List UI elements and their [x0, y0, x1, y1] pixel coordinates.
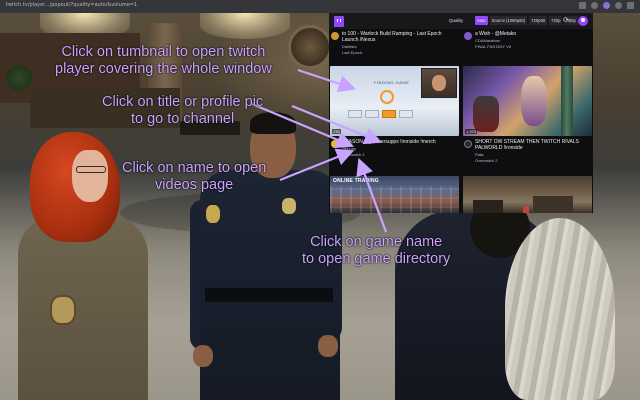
overlay-topbar: Quality Auto Source (1080p60) 720p60 720… — [329, 13, 593, 29]
refresh-icon[interactable]: ⟳ — [563, 17, 569, 25]
officer-man-body — [200, 170, 340, 400]
stream-title[interactable]: Launch /Nexus — [342, 37, 458, 43]
channel-avatar[interactable] — [464, 140, 472, 148]
user-icon[interactable] — [578, 16, 588, 26]
puzzle-icon[interactable] — [579, 2, 586, 9]
character — [523, 206, 529, 213]
browser-toolbar: twitch.tv/player.../popout/?quality=auto… — [0, 0, 640, 13]
thumbnail-text: ONLINE TRADING — [333, 178, 379, 184]
thumbnail-shape — [399, 110, 413, 118]
stream-title[interactable]: a Wish - @Metako — [475, 31, 591, 37]
channel-name[interactable]: Flats — [475, 152, 484, 157]
thumbnail-text: FINDING GAME — [374, 80, 410, 85]
stream-meta: to 100 - Warlock Build Ramping - Last Ep… — [330, 31, 459, 67]
pillar — [561, 66, 573, 136]
twitch-logo-icon[interactable] — [334, 16, 344, 27]
address-bar[interactable]: twitch.tv/player.../popout/?quality=auto… — [6, 2, 137, 8]
stream-card: ONLINE TRADING — [330, 176, 459, 213]
officer-hand — [318, 335, 338, 357]
annotation-line: to open game directory — [302, 251, 451, 267]
annotation-line: Click on name to open — [122, 160, 267, 176]
annotation-line: Click on title or profile pic — [102, 94, 264, 110]
structure — [533, 196, 573, 213]
stream-meta: SHORT OW STREAM THEN TWITCH RIVALS PALWO… — [463, 139, 592, 169]
annotation-thumbnail: Click on tumbnail to open twitch player … — [55, 44, 272, 78]
quality-option[interactable]: 720p60 — [529, 16, 548, 25]
quality-label: Quality — [449, 18, 464, 23]
stream-meta: SEASON 9 grinmersupps !ironside !merch G… — [330, 139, 459, 169]
stream-thumbnail[interactable] — [463, 176, 592, 213]
channel-name[interactable]: DaMisto — [342, 44, 357, 49]
annotation-line: player covering the whole window — [55, 61, 272, 77]
menu-icon[interactable] — [627, 2, 634, 9]
plant — [6, 65, 32, 91]
character — [521, 76, 547, 126]
quality-option[interactable]: 720p — [549, 16, 563, 25]
sheriff-patch — [50, 295, 76, 325]
annotation-line: to go to channel — [130, 111, 235, 127]
officer-woman-face — [72, 150, 108, 202]
blonde-braid — [505, 218, 615, 400]
ceiling-light — [200, 13, 290, 39]
annotation-line: Click on game name — [310, 234, 443, 250]
officer-hand — [193, 345, 213, 367]
stream-card — [463, 176, 592, 213]
map-grid — [330, 186, 459, 213]
channel-name[interactable]: CDAMarathon — [475, 38, 500, 43]
stream-card: FINDING GAME 235 SEASON 9 grinmersupps !… — [330, 66, 459, 176]
police-seal — [288, 25, 332, 69]
annotation-line: videos page — [155, 177, 234, 193]
channel-name[interactable]: Grinupp — [342, 146, 356, 151]
annotation-name: Click on name to open videos page — [122, 160, 266, 194]
thumbnail-menu — [348, 110, 413, 118]
channel-avatar[interactable] — [331, 140, 339, 148]
webcam — [421, 68, 457, 98]
annotation-line: Click on tumbnail to open twitch — [61, 44, 266, 60]
loading-ring-icon — [380, 90, 394, 104]
game-name[interactable]: FINAL FANTASY VII — [475, 44, 511, 49]
stream-card: 1,373 SHORT OW STREAM THEN TWITCH RIVALS… — [463, 66, 592, 176]
profile-icon[interactable] — [615, 2, 622, 9]
stream-title[interactable]: SEASON 9 grinmersupps !ironside !merch — [342, 139, 458, 145]
officer-woman-body — [18, 215, 148, 400]
game-name[interactable]: Overwatch 2 — [342, 152, 364, 157]
thumbnail-shape — [365, 110, 379, 118]
stream-title[interactable]: PALWORLD !ironside — [475, 145, 591, 151]
glasses — [76, 166, 106, 173]
channel-avatar[interactable] — [331, 32, 339, 40]
thumbnail-shape — [382, 110, 396, 118]
character — [473, 96, 499, 132]
stream-thumbnail[interactable]: 1,373 — [463, 66, 592, 136]
badge — [282, 198, 296, 214]
stream-thumbnail[interactable]: ONLINE TRADING — [330, 176, 459, 213]
duty-belt — [205, 288, 333, 302]
game-name[interactable]: Overwatch 2 — [475, 158, 497, 163]
browser-icons — [579, 2, 634, 9]
extension-icon[interactable] — [603, 2, 610, 9]
stream-thumbnail[interactable]: FINDING GAME 235 — [330, 66, 459, 136]
stream-card: to 100 - Warlock Build Ramping - Last Ep… — [330, 29, 459, 67]
stream-card: a Wish - @Metako CDAMarathon FINAL FANTA… — [463, 29, 592, 67]
quality-option[interactable]: Auto — [475, 16, 488, 25]
channel-avatar[interactable] — [464, 32, 472, 40]
star-icon[interactable] — [591, 2, 598, 9]
shoulder-patch — [206, 205, 220, 223]
viewer-count: 1,373 — [465, 129, 478, 134]
game-name[interactable]: Last Epoch — [342, 50, 362, 55]
quality-option[interactable]: Source (1080p60) — [489, 16, 528, 25]
twitch-overlay: Quality Auto Source (1080p60) 720p60 720… — [329, 13, 593, 213]
viewer-count: 235 — [332, 129, 341, 134]
annotation-title: Click on title or profile pic to go to c… — [102, 94, 263, 128]
annotation-game: Click on game name to open game director… — [302, 234, 450, 268]
stream-meta: a Wish - @Metako CDAMarathon FINAL FANTA… — [463, 31, 592, 67]
thumbnail-shape — [348, 110, 362, 118]
structure — [473, 200, 503, 213]
